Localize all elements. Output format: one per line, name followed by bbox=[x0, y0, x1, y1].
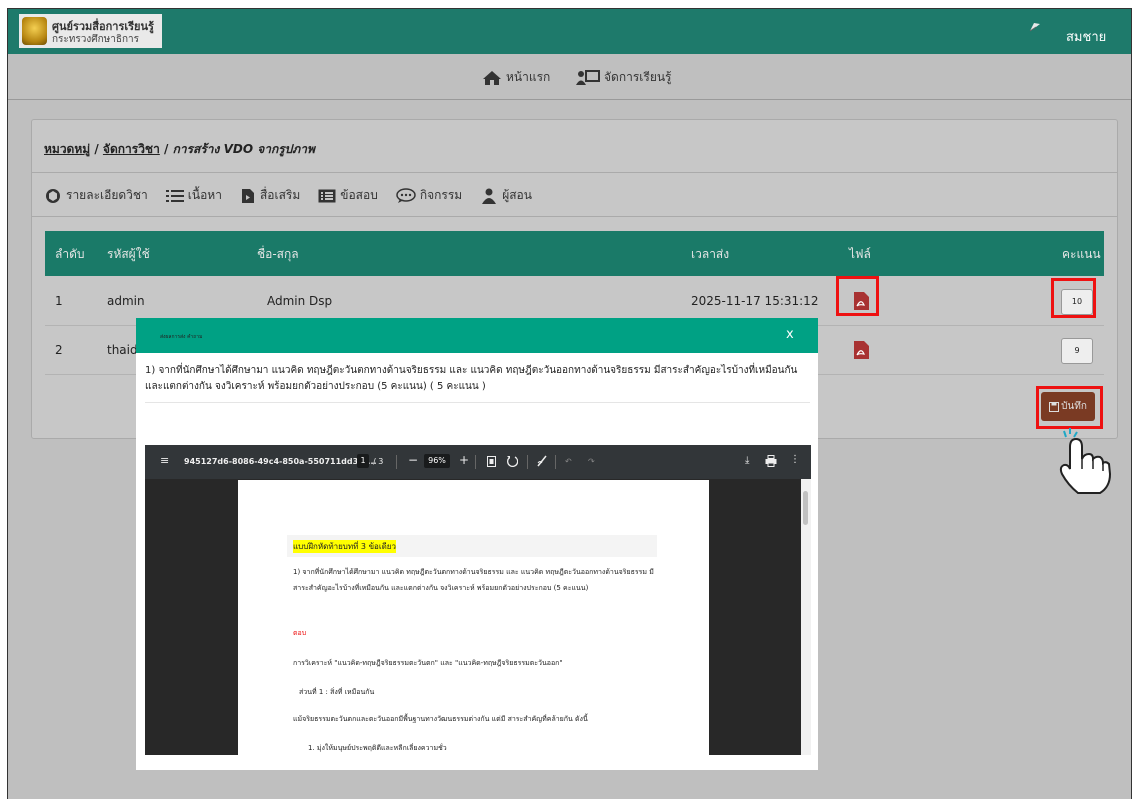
pdf-viewer[interactable]: ≡ 945127d6-8086-49c4-850a-550711dd3fd...… bbox=[145, 445, 811, 755]
page-total: / 3 bbox=[373, 457, 384, 466]
tab-label: ข้อสอบ bbox=[340, 188, 378, 202]
rotate-icon[interactable] bbox=[506, 455, 518, 467]
more-options-icon[interactable]: ⋮ bbox=[790, 454, 800, 465]
pdf-file-icon[interactable] bbox=[853, 341, 869, 359]
scrollbar-thumb[interactable] bbox=[803, 491, 808, 525]
list-alt-icon bbox=[318, 189, 336, 202]
divider bbox=[555, 455, 556, 469]
doc-answer-label: ตอบ bbox=[293, 629, 307, 637]
tab-instructor[interactable]: ผู้สอน bbox=[480, 186, 532, 205]
submit-time: 2025-11-17 15:31:12 bbox=[691, 294, 819, 308]
tab-content[interactable]: เนื้อหา bbox=[165, 186, 222, 205]
print-icon[interactable] bbox=[765, 455, 777, 467]
top-bar: ศูนย์รวมสื่อการเรียนรู้ กระทรวงศึกษาธิกา… bbox=[8, 9, 1131, 54]
tab-label: กิจกรรม bbox=[419, 188, 463, 202]
redo-icon[interactable]: ↷ bbox=[588, 457, 595, 466]
tab-label: ผู้สอน bbox=[502, 188, 532, 202]
row-number: 2 bbox=[55, 343, 63, 357]
cubes-icon bbox=[46, 188, 60, 203]
site-subtitle: กระทรวงศึกษาธิการ bbox=[52, 34, 140, 45]
save-icon bbox=[1049, 401, 1060, 412]
divider bbox=[32, 216, 1117, 217]
answer-modal: ส่งผลการส่ง คำถาม x 1) จากที่นักศึกษาได้… bbox=[136, 318, 818, 770]
divider bbox=[475, 455, 476, 469]
modal-header: ส่งผลการส่ง คำถาม x bbox=[136, 318, 818, 353]
breadcrumb: หมวดหมู่ / จัดการวิชา / การสร้าง VDO จาก… bbox=[44, 140, 315, 159]
nav-manage-label: จัดการเรียนรู้ bbox=[604, 70, 672, 84]
user-menu[interactable]: สมชาย bbox=[1066, 26, 1106, 47]
home-icon bbox=[483, 70, 501, 85]
column-header: เวลาส่ง bbox=[691, 247, 730, 261]
pdf-toolbar: ≡ 945127d6-8086-49c4-850a-550711dd3fd...… bbox=[145, 445, 811, 479]
divider bbox=[527, 455, 528, 469]
tab-supplementary-media[interactable]: สื่อเสริม bbox=[240, 186, 300, 205]
table-header: ลำดับ รหัสผู้ใช้ ชื่อ-สกุล เวลาส่ง ไฟล์ … bbox=[45, 231, 1104, 276]
annotate-icon[interactable] bbox=[537, 455, 547, 467]
score-input[interactable]: 9 bbox=[1061, 338, 1093, 364]
menu-icon[interactable]: ≡ bbox=[160, 454, 169, 467]
user-id: admin bbox=[107, 294, 145, 308]
modal-title: ส่งผลการส่ง คำถาม bbox=[160, 334, 203, 340]
divider bbox=[32, 172, 1117, 173]
zoom-out-icon[interactable]: − bbox=[408, 453, 418, 467]
site-logo[interactable]: ศูนย์รวมสื่อการเรียนรู้ กระทรวงศึกษาธิกา… bbox=[19, 14, 162, 48]
pdf-scrollbar[interactable] bbox=[801, 479, 811, 755]
comment-dots-icon bbox=[396, 187, 416, 203]
course-tabs: รายละเอียดวิชา เนื้อหา สื่อเสริม ข้อสอบ … bbox=[44, 186, 532, 205]
tab-activity[interactable]: กิจกรรม bbox=[396, 186, 462, 205]
user-avatar-icon[interactable] bbox=[1029, 21, 1041, 33]
download-icon[interactable]: ⤓ bbox=[745, 455, 749, 466]
doc-heading: แบบฝึกหัดท้ายบทที่ 3 ข้อเดียว bbox=[293, 540, 396, 553]
score-highlight-box bbox=[1051, 278, 1096, 318]
pdf-highlight-box bbox=[836, 276, 879, 316]
pdf-page: แบบฝึกหัดท้ายบทที่ 3 ข้อเดียว 1) จากที่น… bbox=[238, 480, 709, 755]
doc-paragraph: ส่วนที่ 1 : สิ่งที่ เหมือนกัน bbox=[299, 688, 375, 696]
tab-course-details[interactable]: รายละเอียดวิชา bbox=[44, 186, 148, 205]
column-header: คะแนน bbox=[1062, 247, 1101, 261]
undo-icon[interactable]: ↶ bbox=[565, 457, 572, 466]
doc-paragraph: การวิเคราะห์ "แนวคิด-ทฤษฎีจริยธรรมตะวันต… bbox=[293, 659, 563, 667]
breadcrumb-separator: / bbox=[90, 142, 103, 156]
nav-home[interactable]: หน้าแรก bbox=[482, 68, 550, 87]
tab-label: สื่อเสริม bbox=[259, 188, 301, 202]
zoom-in-icon[interactable]: + bbox=[459, 453, 469, 467]
breadcrumb-category[interactable]: หมวดหมู่ bbox=[44, 142, 90, 156]
save-button[interactable]: บันทึก bbox=[1041, 392, 1095, 421]
divider bbox=[145, 402, 810, 403]
video-file-icon bbox=[241, 188, 254, 203]
teacher-board-icon bbox=[576, 69, 600, 85]
pdf-filename: 945127d6-8086-49c4-850a-550711dd3fd... bbox=[184, 457, 377, 466]
breadcrumb-manage[interactable]: จัดการวิชา bbox=[103, 142, 160, 156]
list-icon bbox=[165, 189, 184, 202]
column-header: ไฟล์ bbox=[849, 247, 871, 261]
row-number: 1 bbox=[55, 294, 63, 308]
question-text: 1) จากที่นักศึกษาได้ศึกษามา แนวคิด ทฤษฎี… bbox=[145, 365, 798, 392]
main-nav: หน้าแรก จัดการเรียนรู้ bbox=[8, 54, 1131, 100]
nav-manage-learning[interactable]: จัดการเรียนรู้ bbox=[576, 68, 672, 87]
column-header: ลำดับ bbox=[55, 247, 85, 261]
close-icon[interactable]: x bbox=[786, 327, 794, 342]
save-label: บันทึก bbox=[1061, 401, 1087, 412]
full-name: Admin Dsp bbox=[267, 294, 333, 308]
nav-home-label: หน้าแรก bbox=[506, 70, 551, 84]
column-header: ชื่อ-สกุล bbox=[257, 247, 299, 261]
pointer-hand-icon bbox=[1059, 428, 1112, 494]
tab-label: รายละเอียดวิชา bbox=[66, 188, 148, 202]
app-window: ศูนย์รวมสื่อการเรียนรู้ กระทรวงศึกษาธิกา… bbox=[7, 8, 1132, 799]
page-number-input[interactable]: 1 bbox=[357, 454, 369, 468]
fit-page-icon[interactable] bbox=[487, 456, 496, 467]
divider bbox=[396, 455, 397, 469]
zoom-level-input[interactable]: 96% bbox=[424, 454, 450, 468]
breadcrumb-current: การสร้าง VDO จากรูปภาพ bbox=[172, 142, 315, 156]
doc-question: 1) จากที่นักศึกษาได้ศึกษามา แนวคิด ทฤษฎี… bbox=[293, 568, 654, 592]
column-header: รหัสผู้ใช้ bbox=[107, 247, 150, 261]
tab-exam[interactable]: ข้อสอบ bbox=[318, 186, 378, 205]
tab-label: เนื้อหา bbox=[187, 188, 222, 202]
user-id: thaid bbox=[107, 343, 138, 357]
ministry-seal-icon bbox=[22, 17, 47, 45]
breadcrumb-separator: / bbox=[159, 142, 173, 156]
doc-list-item: 1. มุ่งให้มนุษย์ประพฤติดีและหลีกเลี่ยงคว… bbox=[308, 744, 447, 752]
users-icon bbox=[482, 188, 497, 204]
doc-paragraph: แม้จริยธรรมตะวันตกและตะวันออกมีพื้นฐานทา… bbox=[293, 715, 588, 723]
